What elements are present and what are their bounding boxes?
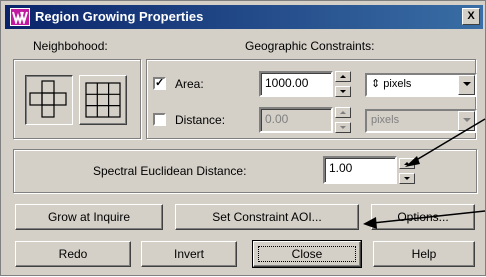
close-window-button[interactable]: X: [462, 8, 480, 25]
distance-input[interactable]: 0.00: [259, 107, 333, 133]
area-spin-up[interactable]: [335, 71, 351, 82]
window-title: Region Growing Properties: [35, 9, 204, 24]
title-bar[interactable]: Region Growing Properties X: [5, 5, 483, 29]
four-neighbor-icon: [29, 80, 67, 118]
area-spin-down[interactable]: [335, 86, 351, 97]
close-button-focus-ring: [258, 246, 356, 262]
app-icon: [10, 8, 30, 26]
eight-neighbor-icon: [85, 82, 121, 118]
distance-spin-down[interactable]: [335, 122, 351, 133]
distance-spin-up[interactable]: [335, 107, 351, 118]
distance-checkbox[interactable]: [153, 113, 166, 126]
area-checkbox[interactable]: ✓: [153, 77, 166, 90]
area-unit-select[interactable]: ⇕ pixels: [365, 73, 477, 97]
area-unit-value: pixels: [383, 78, 412, 90]
invert-button[interactable]: Invert: [141, 241, 237, 267]
area-unit-dropdown-arrow[interactable]: [458, 75, 475, 95]
options-button[interactable]: Options...: [371, 204, 475, 230]
set-constraint-aoi-button[interactable]: Set Constraint AOI...: [175, 204, 359, 230]
grow-at-inquire-button[interactable]: Grow at Inquire: [15, 204, 163, 230]
close-button[interactable]: Close: [252, 240, 362, 268]
neighborhood-label: Neighbohood:: [33, 39, 108, 53]
spectral-spin-up[interactable]: [399, 158, 415, 169]
distance-unit-value: pixels: [371, 114, 400, 126]
area-unit-icon: ⇕: [371, 78, 381, 90]
spectral-spin-down[interactable]: [399, 173, 415, 184]
help-button[interactable]: Help: [373, 241, 475, 267]
spectral-distance-label: Spectral Euclidean Distance:: [93, 164, 247, 178]
geographic-constraints-label: Geographic Constraints:: [245, 39, 375, 53]
distance-unit-dropdown-arrow[interactable]: [458, 111, 475, 131]
area-spinner[interactable]: [335, 71, 351, 97]
region-growing-dialog: Region Growing Properties X Neighbohood:…: [0, 0, 486, 276]
distance-spinner[interactable]: [335, 107, 351, 133]
distance-unit-select[interactable]: pixels: [365, 109, 477, 133]
four-neighbor-button[interactable]: [25, 75, 73, 125]
area-input[interactable]: 1000.00: [259, 71, 333, 97]
redo-button[interactable]: Redo: [15, 241, 131, 267]
eight-neighbor-button[interactable]: [79, 75, 127, 125]
spectral-distance-input[interactable]: 1.00: [323, 156, 397, 184]
distance-label: Distance:: [175, 113, 226, 127]
area-label: Area:: [175, 77, 204, 91]
spectral-distance-spinner[interactable]: [399, 158, 415, 184]
